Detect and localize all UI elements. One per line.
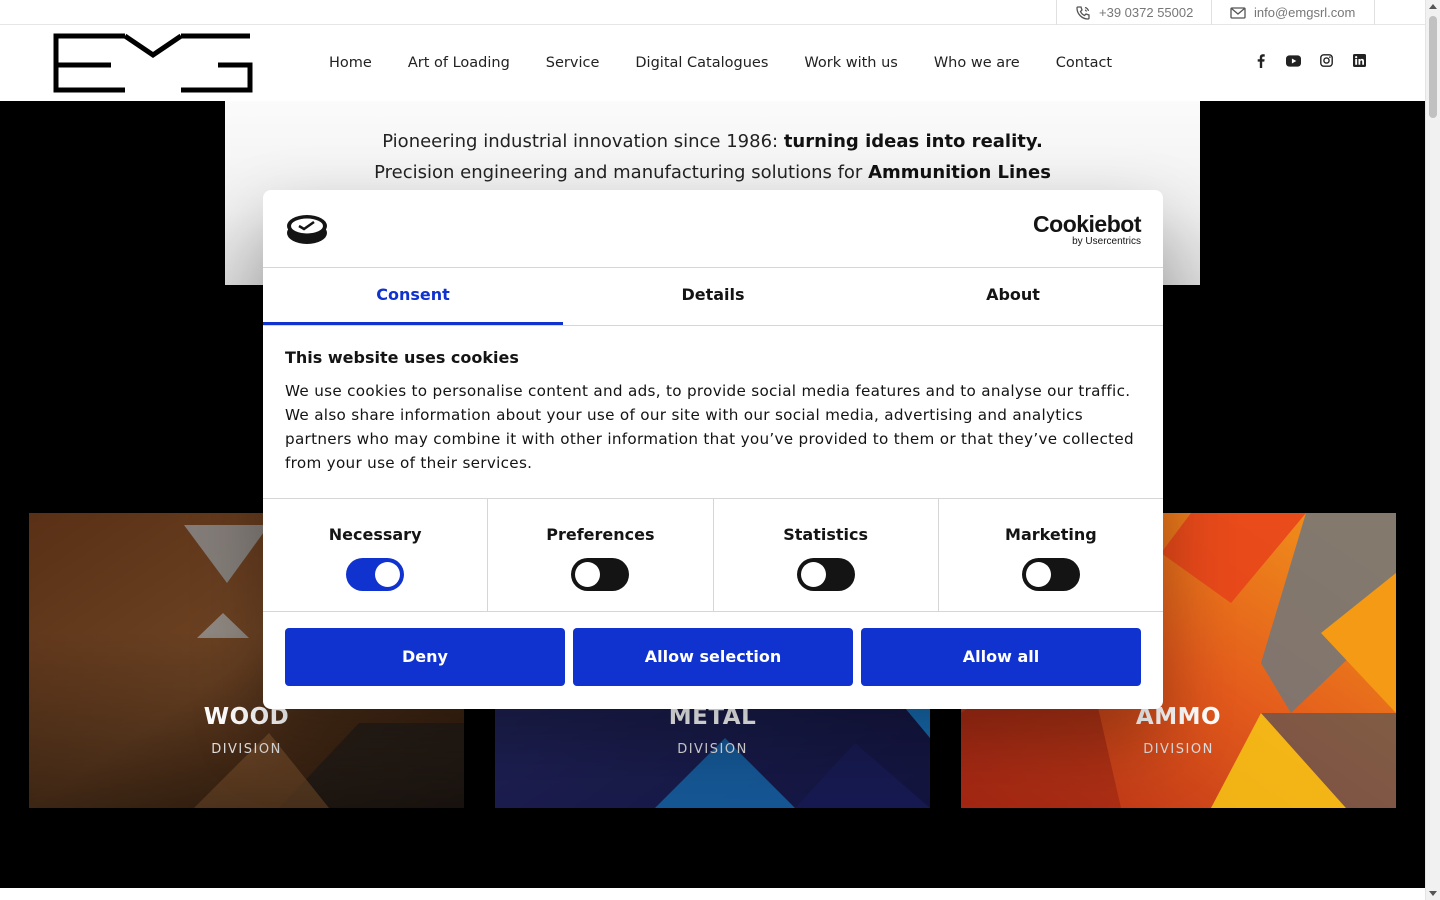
category-statistics: Statistics <box>714 499 939 611</box>
necessary-toggle[interactable] <box>346 558 405 591</box>
hero-line-1-highlight: turning ideas into reality. <box>783 131 1043 152</box>
nav-who-we-are[interactable]: Who we are <box>916 55 1038 71</box>
category-preferences-label: Preferences <box>546 525 655 544</box>
nav-service[interactable]: Service <box>528 55 618 71</box>
cookie-dialog-header: Cookiebot by Usercentrics <box>263 190 1163 268</box>
category-marketing-label: Marketing <box>1005 525 1097 544</box>
site-header: Home Art of Loading Service Digital Cata… <box>0 25 1425 101</box>
email-contact[interactable]: info@emgsrl.com <box>1211 0 1375 25</box>
hero-line-2: Precision engineering and manufacturing … <box>225 162 1200 183</box>
marketing-toggle[interactable] <box>1021 558 1080 591</box>
category-necessary: Necessary <box>263 499 489 611</box>
allow-all-button[interactable]: Allow all <box>861 628 1141 686</box>
email-address: info@emgsrl.com <box>1254 5 1356 20</box>
mail-icon <box>1230 6 1246 19</box>
cookiebot-brand-name: Cookiebot <box>1033 211 1141 237</box>
cookie-dialog-tabs: Consent Details About <box>263 268 1163 326</box>
nav-work-with-us[interactable]: Work with us <box>786 55 915 71</box>
phone-icon <box>1076 5 1090 20</box>
emg-logo[interactable] <box>53 33 253 93</box>
tab-consent[interactable]: Consent <box>263 268 563 325</box>
nav-contact[interactable]: Contact <box>1038 55 1130 71</box>
category-marketing: Marketing <box>939 499 1163 611</box>
statistics-toggle[interactable] <box>796 558 855 591</box>
scrollbar-thumb[interactable] <box>1429 16 1437 118</box>
nav-digital-catalogues[interactable]: Digital Catalogues <box>617 55 786 71</box>
tab-about[interactable]: About <box>863 268 1163 325</box>
main-nav: Home Art of Loading Service Digital Cata… <box>311 25 1130 101</box>
wood-division-subtitle: DIVISION <box>211 742 282 757</box>
cookie-consent-dialog: Cookiebot by Usercentrics Consent Detail… <box>263 190 1163 709</box>
hero-line-1: Pioneering industrial innovation since 1… <box>225 131 1200 152</box>
cookiebot-brand-by: by Usercentrics <box>1072 236 1141 247</box>
deny-button[interactable]: Deny <box>285 628 565 686</box>
instagram-icon[interactable] <box>1319 53 1334 68</box>
page-scrollbar[interactable] <box>1425 0 1440 900</box>
top-contact-bar: +39 0372 55002 info@emgsrl.com <box>0 0 1425 25</box>
social-links <box>1253 53 1367 68</box>
hero-line-2-text: Precision engineering and manufacturing … <box>374 162 869 183</box>
phone-contact[interactable]: +39 0372 55002 <box>1056 0 1212 25</box>
toggle-knob <box>1025 562 1051 587</box>
hero-line-2-highlight: Ammunition Lines <box>868 162 1051 183</box>
cookie-dialog-heading: This website uses cookies <box>285 348 519 367</box>
cookiebot-badge-icon <box>287 215 327 244</box>
category-necessary-label: Necessary <box>328 525 422 544</box>
page-bottom-strip <box>0 888 1425 900</box>
toggle-knob <box>575 562 601 587</box>
nav-art-of-loading[interactable]: Art of Loading <box>390 55 528 71</box>
cookie-dialog-text: We use cookies to personalise content an… <box>285 382 1134 472</box>
metal-division-subtitle: DIVISION <box>677 742 748 757</box>
cookie-dialog-body: This website uses cookies We use cookies… <box>285 348 1135 475</box>
hero-line-1-text: Pioneering industrial innovation since 1… <box>382 131 784 152</box>
youtube-icon[interactable] <box>1286 53 1301 68</box>
ammo-division-subtitle: DIVISION <box>1143 742 1214 757</box>
preferences-toggle[interactable] <box>571 558 630 591</box>
cookie-dialog-buttons: Deny Allow selection Allow all <box>285 628 1141 686</box>
phone-number: +39 0372 55002 <box>1099 5 1194 20</box>
emg-logo-graphic <box>53 33 253 93</box>
allow-selection-button[interactable]: Allow selection <box>573 628 853 686</box>
scroll-up-arrow-icon[interactable] <box>1429 4 1437 9</box>
category-preferences: Preferences <box>488 499 714 611</box>
category-statistics-label: Statistics <box>783 525 868 544</box>
nav-home[interactable]: Home <box>311 55 390 71</box>
toggle-knob <box>375 562 401 587</box>
toggle-knob <box>800 562 826 587</box>
cookiebot-logo[interactable]: Cookiebot by Usercentrics <box>1033 212 1141 248</box>
cookie-categories: Necessary Preferences Statistics Marketi… <box>263 498 1163 612</box>
tab-details[interactable]: Details <box>563 268 863 325</box>
scroll-down-arrow-icon[interactable] <box>1429 891 1437 896</box>
facebook-icon[interactable] <box>1253 53 1268 68</box>
linkedin-icon[interactable] <box>1352 53 1367 68</box>
